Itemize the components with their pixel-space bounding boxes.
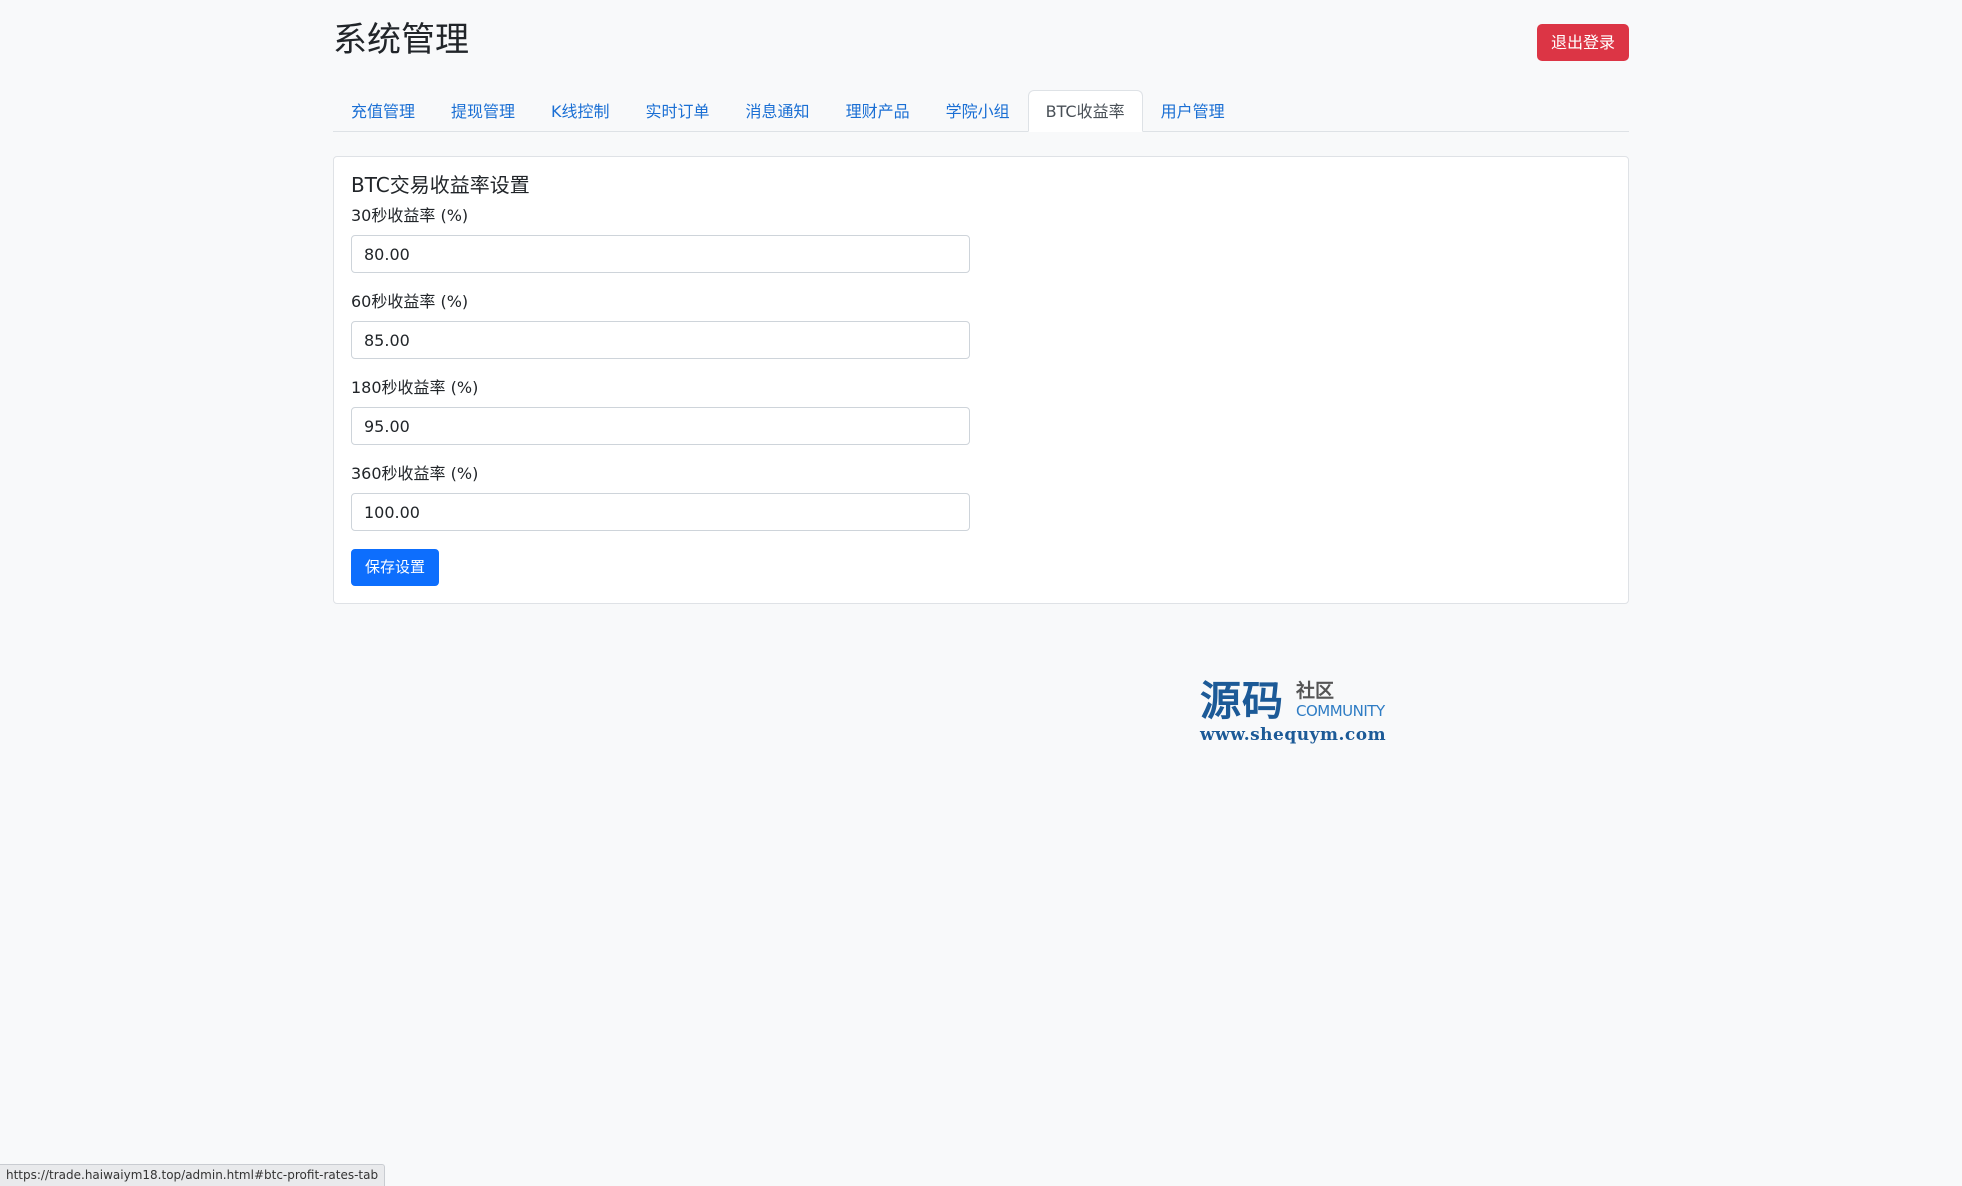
- page-header: 系统管理 退出登录: [333, 0, 1629, 90]
- rate-60s-input[interactable]: [351, 321, 970, 359]
- tab-live-orders[interactable]: 实时订单: [628, 90, 728, 131]
- rate-180s-field: 180秒收益率 (%): [351, 377, 970, 445]
- rate-360s-field: 360秒收益率 (%): [351, 463, 970, 531]
- rate-60s-field: 60秒收益率 (%): [351, 291, 970, 359]
- tab-btc-profit-rates[interactable]: BTC收益率: [1027, 90, 1143, 132]
- save-settings-button[interactable]: 保存设置: [351, 549, 440, 586]
- watermark-title: 源码: [1200, 677, 1284, 725]
- page-title: 系统管理: [333, 20, 469, 60]
- rate-60s-label: 60秒收益率 (%): [351, 292, 469, 311]
- rate-360s-input[interactable]: [351, 493, 970, 531]
- admin-container: 系统管理 退出登录 充值管理 提现管理 K线控制 实时订单 消息通知 理财产品 …: [333, 0, 1629, 604]
- logout-button[interactable]: 退出登录: [1536, 24, 1629, 61]
- watermark-url: www.shequym.com: [1200, 725, 1387, 745]
- tab-withdraw[interactable]: 提现管理: [433, 90, 533, 131]
- rate-180s-input[interactable]: [351, 407, 970, 445]
- tab-wealth-products[interactable]: 理财产品: [828, 90, 928, 131]
- watermark-subtitle: 社区: [1296, 680, 1335, 702]
- tab-recharge[interactable]: 充值管理: [333, 90, 433, 131]
- admin-tabs: 充值管理 提现管理 K线控制 实时订单 消息通知 理财产品 学院小组 BTC收益…: [333, 90, 1629, 132]
- browser-status-bar: https://trade.haiwaiym18.top/admin.html#…: [0, 1164, 386, 1186]
- watermark-community: COMMUNITY: [1296, 702, 1385, 720]
- tab-kline-control[interactable]: K线控制: [533, 90, 628, 131]
- rate-180s-label: 180秒收益率 (%): [351, 378, 479, 397]
- watermark-logo: 源码 社区 COMMUNITY www.shequym.com: [1200, 678, 1400, 748]
- rate-360s-label: 360秒收益率 (%): [351, 464, 479, 483]
- card-title: BTC交易收益率设置: [351, 173, 530, 197]
- btc-profit-rates-card: BTC交易收益率设置 30秒收益率 (%) 60秒收益率 (%) 180秒收益率…: [333, 156, 1629, 604]
- rate-30s-label: 30秒收益率 (%): [351, 206, 469, 225]
- rate-30s-input[interactable]: [351, 235, 970, 273]
- tab-user-management[interactable]: 用户管理: [1143, 90, 1243, 131]
- rate-30s-field: 30秒收益率 (%): [351, 205, 970, 273]
- tab-academy-groups[interactable]: 学院小组: [928, 90, 1028, 131]
- tab-notifications[interactable]: 消息通知: [728, 90, 828, 131]
